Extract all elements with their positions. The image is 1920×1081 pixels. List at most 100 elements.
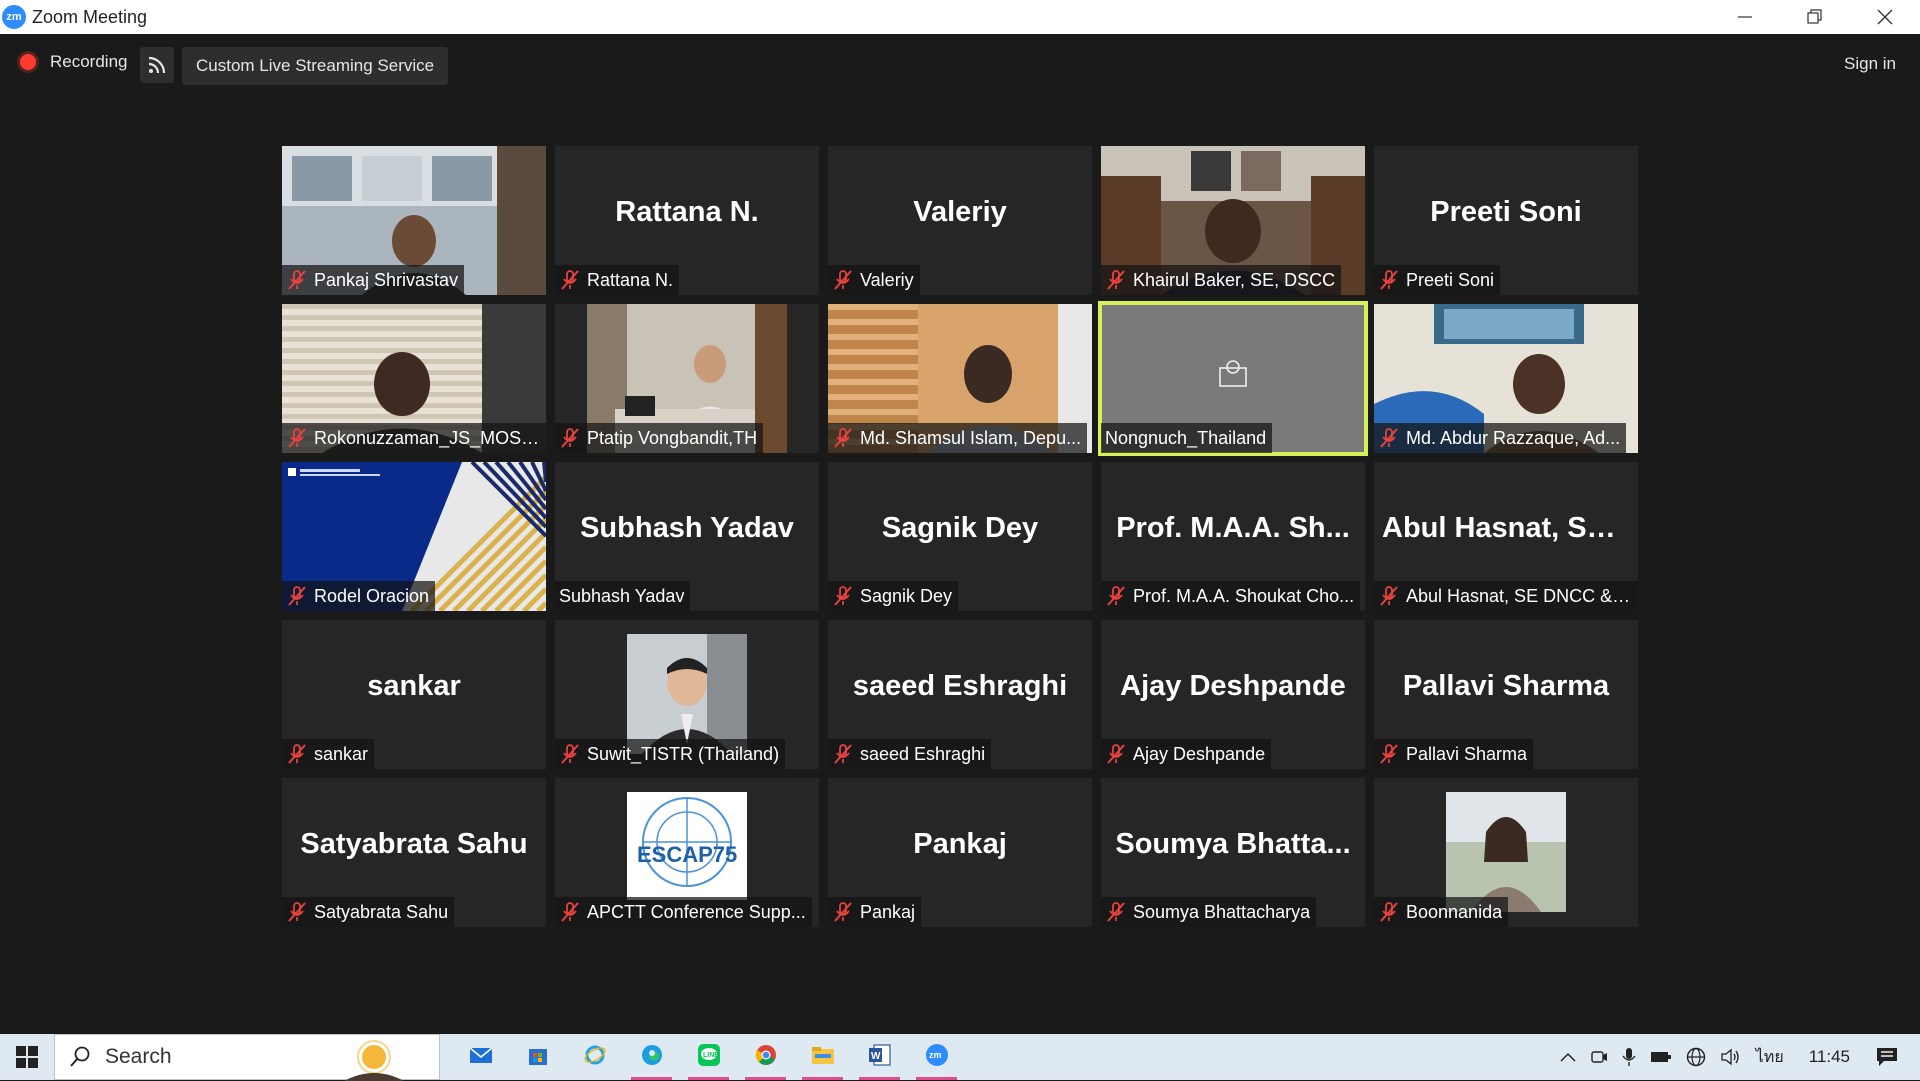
store-taskbar-button[interactable] <box>509 1034 566 1080</box>
participant-name-label: Pankaj Shrivastav <box>282 265 465 295</box>
muted-microphone-icon <box>834 270 852 290</box>
battery-tray-icon[interactable] <box>1643 1034 1679 1080</box>
participant-tile[interactable]: Rodel Oracion <box>282 462 546 611</box>
participant-tile[interactable]: Md. Abdur Razzaque, Ad... <box>1374 304 1638 453</box>
microphone-tray-icon[interactable] <box>1615 1034 1643 1080</box>
restore-button[interactable] <box>1780 0 1850 34</box>
edge-taskbar-button[interactable] <box>623 1034 680 1080</box>
recording-indicator[interactable]: Recording <box>20 52 128 72</box>
participant-tile[interactable]: Pankaj Shrivastav <box>282 146 546 295</box>
participant-name-label: APCTT Conference Supp... <box>555 897 812 927</box>
participant-tile[interactable]: ESCAP75 APCTT Conference Supp... <box>555 778 819 927</box>
recording-dot-icon <box>20 54 36 70</box>
muted-microphone-icon <box>1107 270 1125 290</box>
participant-display-name: Valeriy <box>913 196 1007 228</box>
participant-tile[interactable]: Nongnuch_Thailand <box>1098 301 1368 456</box>
network-tray-icon[interactable] <box>1679 1034 1713 1080</box>
participant-tile[interactable]: Preeti Soni Preeti Soni <box>1374 146 1638 295</box>
participant-name: Subhash Yadav <box>559 585 685 606</box>
participant-display-name: Soumya Bhatta... <box>1115 828 1351 860</box>
participant-name: Ptatip Vongbandit,TH <box>587 427 758 448</box>
sign-in-link[interactable]: Sign in <box>1844 54 1896 74</box>
participant-name: Md. Shamsul Islam, Depu... <box>860 427 1082 448</box>
word-taskbar-button[interactable]: W <box>851 1034 908 1080</box>
muted-microphone-icon <box>1380 428 1398 448</box>
muted-microphone-icon <box>1107 744 1125 764</box>
participant-tile[interactable]: Rattana N. Rattana N. <box>555 146 819 295</box>
participant-tile[interactable]: Valeriy Valeriy <box>828 146 1092 295</box>
participant-name: Boonnanida <box>1406 901 1503 922</box>
mail-taskbar-button[interactable] <box>452 1034 509 1080</box>
microphone-icon <box>1622 1048 1636 1066</box>
word-icon: W <box>868 1043 892 1072</box>
participant-display-name: Rattana N. <box>615 196 759 228</box>
participant-name: Suwit_TISTR (Thailand) <box>587 743 780 764</box>
zoom-icon: zm <box>925 1043 949 1072</box>
muted-microphone-icon <box>561 270 579 290</box>
participant-name: Pallavi Sharma <box>1406 743 1528 764</box>
participant-tile[interactable]: Khairul Baker, SE, DSCC <box>1101 146 1365 295</box>
search-icon <box>70 1046 90 1067</box>
language-indicator[interactable]: ไทย <box>1749 1034 1791 1080</box>
participant-name: Pankaj <box>860 901 916 922</box>
participant-name: Rokonuzzaman_JS_MOST... <box>314 427 540 448</box>
participant-tile[interactable]: Rokonuzzaman_JS_MOST... <box>282 304 546 453</box>
participant-display-name: sankar <box>367 670 461 702</box>
rss-icon <box>148 56 166 74</box>
participant-tile[interactable]: Ajay Deshpande Ajay Deshpande <box>1101 620 1365 769</box>
muted-microphone-icon <box>561 744 579 764</box>
participant-name: Valeriy <box>860 269 914 290</box>
participant-tile[interactable]: Suwit_TISTR (Thailand) <box>555 620 819 769</box>
participant-tile[interactable]: Soumya Bhatta... Soumya Bhattacharya <box>1101 778 1365 927</box>
taskbar-search-input[interactable]: Search <box>54 1034 440 1081</box>
muted-microphone-icon <box>561 428 579 448</box>
chrome-taskbar-button[interactable] <box>737 1034 794 1080</box>
zoom-taskbar-button[interactable]: zm <box>908 1034 965 1080</box>
system-tray: ไทย 11:45 <box>1553 1034 1920 1080</box>
mail-icon <box>468 1045 493 1070</box>
participant-tile[interactable]: Pallavi Sharma Pallavi Sharma <box>1374 620 1638 769</box>
streaming-service-button[interactable]: Custom Live Streaming Service <box>182 47 449 85</box>
start-button[interactable] <box>0 1034 54 1080</box>
participant-tile[interactable]: Prof. M.A.A. Sh... Prof. M.A.A. Shoukat C… <box>1101 462 1365 611</box>
participant-tile[interactable]: Subhash Yadav Subhash Yadav <box>555 462 819 611</box>
muted-microphone-icon <box>288 744 306 764</box>
volume-tray-icon[interactable] <box>1713 1034 1749 1080</box>
participant-tile[interactable]: Pankaj Pankaj <box>828 778 1092 927</box>
explorer-taskbar-button[interactable] <box>794 1034 851 1080</box>
camera-icon <box>1591 1051 1607 1063</box>
taskbar-clock[interactable]: 11:45 <box>1791 1034 1868 1080</box>
camera-tray-icon[interactable] <box>1583 1034 1615 1080</box>
participant-tile[interactable]: sankar sankar <box>282 620 546 769</box>
participant-name-label: Suwit_TISTR (Thailand) <box>555 739 786 769</box>
ie-taskbar-button[interactable] <box>566 1034 623 1080</box>
participant-tile[interactable]: Satyabrata Sahu Satyabrata Sahu <box>282 778 546 927</box>
user-placeholder-icon <box>1219 359 1247 387</box>
muted-microphone-icon <box>288 428 306 448</box>
minimize-button[interactable] <box>1710 0 1780 34</box>
participant-name: Abul Hasnat, SE DNCC & ... <box>1406 585 1632 606</box>
participant-name: Soumya Bhattacharya <box>1133 901 1311 922</box>
participant-tile[interactable]: Ptatip Vongbandit,TH <box>555 304 819 453</box>
live-stream-button[interactable] <box>140 47 174 83</box>
participant-tile[interactable]: Md. Shamsul Islam, Depu... <box>828 304 1092 453</box>
svg-text:zm: zm <box>929 1050 942 1060</box>
zoom-logo-icon: zm <box>2 5 26 29</box>
notifications-button[interactable] <box>1868 1034 1920 1080</box>
line-icon: LINE <box>697 1043 721 1072</box>
participant-photo <box>627 634 747 754</box>
participant-tile[interactable]: Sagnik Dey Sagnik Dey <box>828 462 1092 611</box>
taskbar-apps: LINE Wzm <box>452 1034 965 1080</box>
participant-name-label: Subhash Yadav <box>555 581 691 611</box>
participant-display-name: Sagnik Dey <box>881 512 1039 544</box>
participant-tile[interactable]: saeed Eshraghi saeed Eshraghi <box>828 620 1092 769</box>
participant-tile[interactable]: Abul Hasnat, SE... Abul Hasnat, SE DNCC &… <box>1374 462 1638 611</box>
windows-taskbar: Search LINE Wzm ไทย 11:45 <box>0 1034 1920 1081</box>
show-hidden-icons-button[interactable] <box>1553 1034 1583 1080</box>
participant-display-name: Satyabrata Sahu <box>300 828 528 860</box>
edge-icon <box>640 1043 664 1072</box>
close-button[interactable] <box>1850 0 1920 34</box>
participant-tile[interactable]: Boonnanida <box>1374 778 1638 927</box>
participant-name: APCTT Conference Supp... <box>587 901 806 922</box>
line-taskbar-button[interactable]: LINE <box>680 1034 737 1080</box>
